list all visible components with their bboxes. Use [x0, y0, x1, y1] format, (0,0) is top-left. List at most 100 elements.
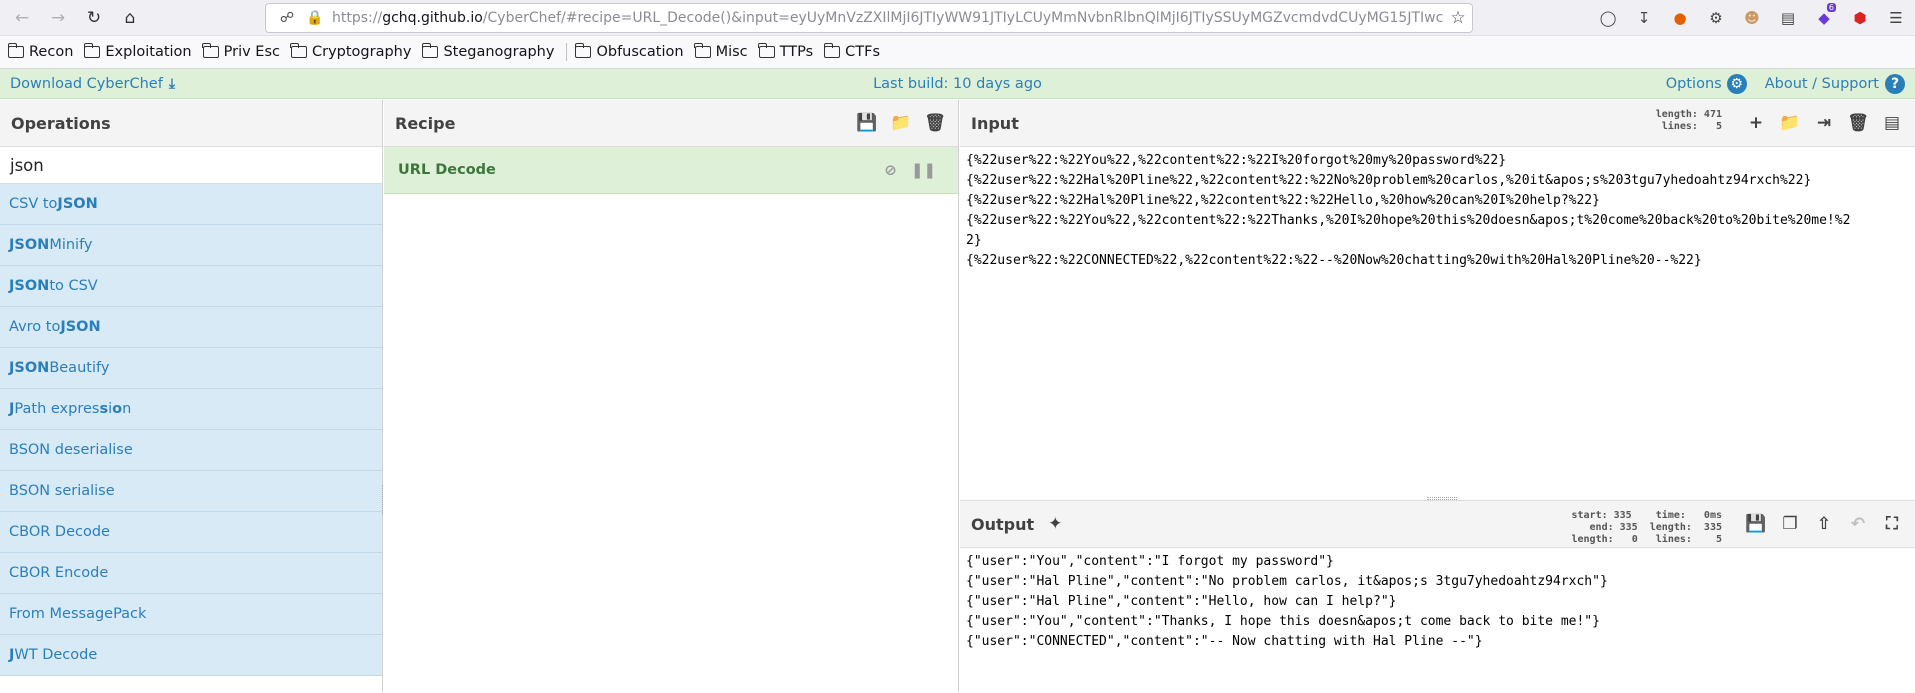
operation-label-part: o — [112, 401, 123, 417]
layout-icon[interactable]: ▤ — [1881, 112, 1903, 134]
output-title: Output — [971, 514, 1035, 534]
input-textarea[interactable]: {%22user%22:%22You%22,%22content%22:%22I… — [960, 147, 1915, 500]
operation-label-part: From MessagePack — [9, 606, 147, 622]
extension-icon[interactable]: ⚙ — [1698, 0, 1734, 36]
firefox-icon[interactable]: ● — [1662, 0, 1698, 36]
save-output-icon[interactable]: 💾 — [1745, 513, 1767, 535]
operation-item[interactable]: From MessagePack — [0, 594, 382, 635]
operation-label-part: JSON — [9, 237, 50, 253]
recipe-title: Recipe — [395, 113, 456, 133]
reload-icon[interactable]: ↻ — [76, 0, 112, 36]
options-button[interactable]: Options ⚙ — [1666, 73, 1747, 94]
back-arrow-icon[interactable]: ← — [4, 0, 40, 36]
operation-label-part: Beautify — [49, 360, 110, 376]
fullscreen-icon[interactable]: ⛶ — [1881, 513, 1903, 535]
output-stats: start: 335 time: 0ms end: 335 length: 33… — [1571, 510, 1722, 545]
bookmark-folder[interactable]: CTFs — [823, 43, 880, 60]
operation-label-part: CBOR Encode — [9, 565, 109, 581]
lock-icon[interactable]: 🔒 — [304, 7, 326, 29]
open-file-icon[interactable]: ⇥ — [1813, 112, 1835, 134]
home-icon[interactable]: ⌂ — [112, 0, 148, 36]
open-folder-icon[interactable]: 📁 — [1779, 112, 1801, 134]
ublock-icon[interactable]: ⬢ — [1842, 0, 1878, 36]
output-header: Output ✦ start: 335 time: 0ms end: 335 l… — [960, 501, 1915, 548]
operation-item[interactable]: BSON serialise — [0, 471, 382, 512]
last-build-notice: Last build: 10 days ago — [873, 75, 1042, 92]
copy-icon[interactable]: ❐ — [1779, 513, 1801, 535]
help-icon[interactable]: ? — [1885, 73, 1905, 94]
url-text[interactable]: https://gchq.github.io/CyberChef/#recipe… — [332, 10, 1444, 26]
bookmark-folder[interactable]: Exploitation — [83, 43, 192, 60]
output-section: Output ✦ start: 335 time: 0ms end: 335 l… — [960, 500, 1915, 692]
menu-icon[interactable]: ☰ — [1878, 0, 1914, 36]
shield-icon[interactable]: ☍ — [276, 7, 298, 29]
ops-resize-handle[interactable] — [382, 485, 385, 515]
extension-box-icon[interactable]: ▤ — [1770, 0, 1806, 36]
operation-item[interactable]: CBOR Encode — [0, 553, 382, 594]
recipe-step[interactable]: URL Decode ⊘ ❚❚ — [384, 147, 958, 194]
folder-icon — [823, 43, 841, 58]
top-banner: Download CyberChef ⤓ Last build: 10 days … — [0, 69, 1915, 99]
disable-icon[interactable]: ⊘ — [884, 161, 897, 179]
folder-icon — [7, 43, 24, 58]
bookmark-folder[interactable]: Priv Esc — [202, 43, 280, 60]
operation-item[interactable]: CBOR Decode — [0, 512, 382, 553]
input-stats: length: 471 lines: 5 — [1655, 109, 1722, 132]
extension-face-icon[interactable]: ☻ — [1734, 0, 1770, 36]
pause-icon[interactable]: ❚❚ — [911, 161, 936, 179]
trash-icon[interactable]: 🗑 — [924, 112, 946, 134]
operation-item[interactable]: JSON Minify — [0, 225, 382, 266]
operation-label-part: WT Decode — [14, 647, 98, 663]
magic-wand-icon[interactable]: ✦ — [1048, 514, 1062, 534]
address-bar[interactable]: ☍ 🔒 https://gchq.github.io/CyberChef/#re… — [265, 3, 1473, 33]
operations-title: Operations — [0, 100, 382, 147]
bookmark-folder[interactable]: Obfuscation — [574, 43, 684, 60]
save-icon[interactable]: 💾 — [856, 112, 878, 134]
operation-label-part: s — [99, 401, 109, 417]
download-icon[interactable]: ⤓ — [169, 76, 175, 92]
operation-item[interactable]: JSON to CSV — [0, 266, 382, 307]
bookmark-folder[interactable]: Misc — [694, 43, 748, 60]
bookmark-star-icon[interactable]: ☆ — [1444, 8, 1472, 28]
folder-open-icon[interactable]: 📁 — [890, 112, 912, 134]
about-support-link[interactable]: About / Support? — [1765, 73, 1905, 94]
operation-label-part: JSON — [57, 196, 98, 212]
folder-icon — [421, 43, 439, 58]
operation-label-part: Avro to — [9, 319, 61, 335]
operation-label-part: n — [122, 401, 132, 417]
operation-item[interactable]: CSV to JSON — [0, 184, 382, 225]
operation-item[interactable]: J WT Decode — [0, 635, 382, 676]
operation-item[interactable]: BSON deserialise — [0, 430, 382, 471]
io-panel: Input length: 471 lines: 5 + 📁 ⇥ 🗑 ▤ {%2… — [960, 100, 1915, 692]
operation-item[interactable]: Avro to JSON — [0, 307, 382, 348]
output-textarea[interactable]: {"user":"You","content":"I forgot my pas… — [960, 548, 1915, 693]
operation-item[interactable]: JSON Beautify — [0, 348, 382, 389]
folder-icon — [694, 43, 711, 58]
bookmark-separator — [566, 43, 568, 61]
operations-search-input[interactable]: json — [0, 147, 382, 184]
extension-badge-icon[interactable]: ◆ 6 — [1806, 0, 1842, 36]
downloads-icon[interactable]: ↧ — [1626, 0, 1662, 36]
operation-label-part: BSON deserialise — [9, 442, 133, 458]
folder-icon — [290, 43, 307, 58]
pocket-icon[interactable]: ◯ — [1590, 0, 1626, 36]
operation-label-part: JSON — [9, 360, 50, 376]
replace-input-icon[interactable]: ⇧ — [1813, 513, 1835, 535]
bookmark-folder[interactable]: TTPs — [758, 43, 813, 60]
download-cyberchef-link[interactable]: Download CyberChef ⤓ — [10, 76, 175, 92]
clear-input-icon[interactable]: 🗑 — [1847, 112, 1869, 134]
forward-arrow-icon[interactable]: → — [40, 0, 76, 36]
bookmark-folder[interactable]: Cryptography — [290, 43, 411, 60]
operation-label-part: Path expres — [14, 401, 100, 417]
bookmarks-bar: Recon Exploitation Priv Esc Cryptography… — [0, 36, 1915, 69]
bookmark-folder[interactable]: Steganography — [421, 43, 554, 60]
undo-icon[interactable]: ↶ — [1847, 513, 1869, 535]
recipe-header: Recipe 💾 📁 🗑 — [384, 100, 958, 147]
gear-icon[interactable]: ⚙ — [1726, 73, 1747, 94]
operation-item[interactable]: J Path expres s i o n — [0, 389, 382, 430]
bookmark-folder[interactable]: Recon — [7, 43, 73, 60]
recipe-panel: Recipe 💾 📁 🗑 URL Decode ⊘ ❚❚ — [384, 100, 959, 692]
operation-label-part: to CSV — [49, 278, 98, 294]
add-tab-icon[interactable]: + — [1745, 112, 1767, 134]
browser-toolbar: ← → ↻ ⌂ ☍ 🔒 https://gchq.github.io/Cyber… — [0, 0, 1915, 36]
